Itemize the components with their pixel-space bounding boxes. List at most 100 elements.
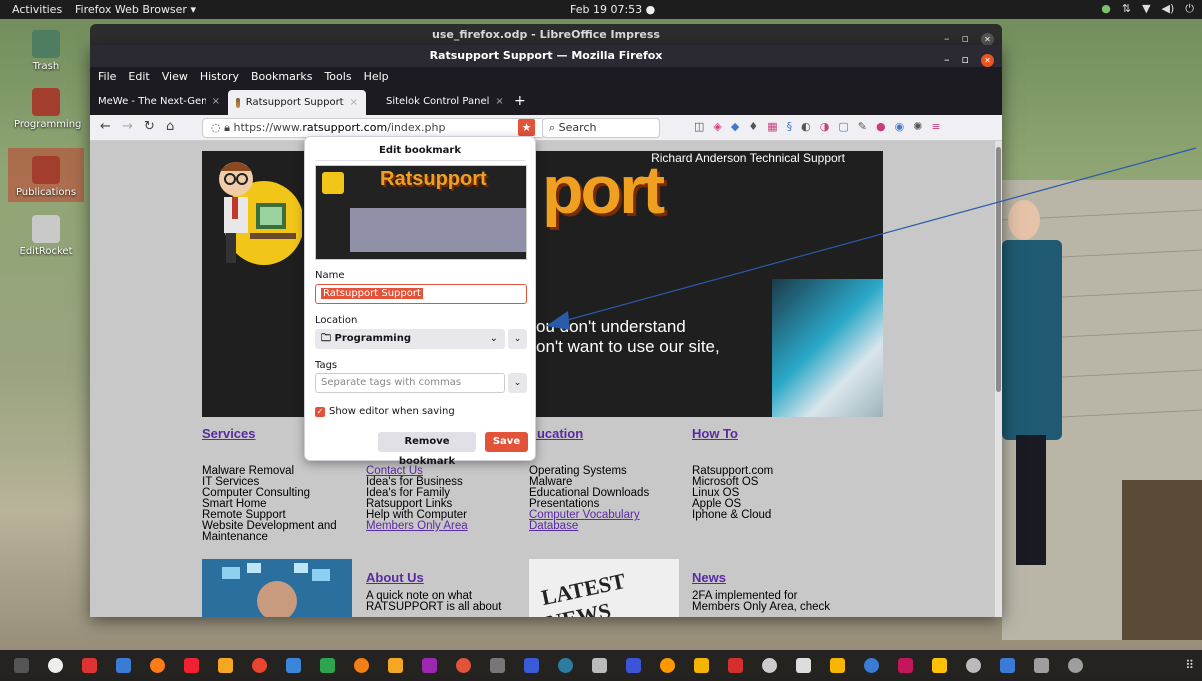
menu-view[interactable]: View (162, 67, 188, 87)
dock-app-icon[interactable] (864, 658, 879, 673)
tags-input[interactable]: Separate tags with commas (315, 373, 505, 393)
dock-app-icon[interactable] (354, 658, 369, 673)
tab-close-icon[interactable]: × (350, 97, 358, 108)
dock-app-icon[interactable] (490, 658, 505, 673)
pocket-icon[interactable]: ◫ (694, 120, 704, 133)
tab-close-icon[interactable]: × (212, 96, 220, 107)
forward-icon[interactable]: → (122, 119, 133, 134)
desktop-icon-publications[interactable]: Publications (8, 148, 84, 202)
url-bar[interactable]: ◌ 🔒︎ https://www.ratsupport.com/index.ph… (202, 118, 545, 138)
dock-app-icon[interactable] (626, 658, 641, 673)
back-icon[interactable]: ← (100, 119, 111, 134)
menu-tools[interactable]: Tools (324, 67, 351, 87)
extension-icon[interactable]: ◈ (713, 120, 721, 133)
dock-app-icon[interactable] (48, 658, 63, 673)
extension-icon[interactable]: ◐ (801, 120, 811, 133)
checkbox-checked-icon[interactable]: ✓ (315, 406, 325, 417)
dock-app-icon[interactable] (966, 658, 981, 673)
shield-icon[interactable]: ◌ (211, 121, 221, 134)
hamburger-menu-icon[interactable]: ≡ (931, 120, 940, 133)
extension-icon[interactable]: § (787, 120, 793, 133)
clock[interactable]: Feb 19 07:53 ● (570, 3, 655, 16)
extension-icon[interactable]: ● (876, 120, 886, 133)
dock-app-icon[interactable] (116, 658, 131, 673)
dock-app-icon[interactable] (524, 658, 539, 673)
show-editor-checkbox[interactable]: ✓ Show editor when saving (315, 406, 455, 417)
vocabulary-link[interactable]: Database (529, 520, 649, 532)
new-tab-button[interactable]: + (506, 87, 534, 115)
home-icon[interactable]: ⌂ (166, 119, 174, 134)
page-scrollbar[interactable] (995, 141, 1002, 617)
extension-icon[interactable]: ♦ (748, 120, 758, 133)
dock-app-icon[interactable] (830, 658, 845, 673)
dock-app-icon[interactable] (898, 658, 913, 673)
tab-mewe[interactable]: MeWe - The Next-Gen Social × (90, 87, 228, 115)
dock-app-icon[interactable] (218, 658, 233, 673)
power-icon[interactable]: ⏻ (1185, 2, 1194, 16)
dock-app-icon[interactable] (762, 658, 777, 673)
dock-app-icon[interactable] (1034, 658, 1049, 673)
dock-app-icon[interactable] (320, 658, 335, 673)
howto-heading[interactable]: How To (692, 427, 773, 440)
extension-icon[interactable]: ✺ (913, 120, 922, 133)
tags-dropdown-toggle[interactable]: ⌄ (508, 373, 527, 393)
extension-icon[interactable]: ◑ (820, 120, 830, 133)
save-button[interactable]: Save (485, 432, 528, 452)
extension-icon[interactable]: ▢ (838, 120, 848, 133)
menu-bookmarks[interactable]: Bookmarks (251, 67, 312, 87)
dock-app-icon[interactable] (796, 658, 811, 673)
dock-app-icon[interactable] (694, 658, 709, 673)
menu-help[interactable]: Help (364, 67, 389, 87)
status-icon[interactable]: ● (1101, 2, 1111, 16)
dock-app-icon[interactable] (456, 658, 471, 673)
remove-bookmark-button[interactable]: Remove bookmark (378, 432, 476, 467)
dock-app-icon[interactable] (82, 658, 97, 673)
menu-edit[interactable]: Edit (128, 67, 149, 87)
desktop-icon-trash[interactable]: Trash (14, 30, 78, 72)
network-icon[interactable]: ⇅ (1122, 2, 1131, 16)
dock-app-icon[interactable] (592, 658, 607, 673)
close-icon[interactable]: ✕ (981, 32, 994, 46)
close-icon[interactable]: ✕ (981, 53, 994, 67)
system-tray[interactable]: ● ⇅ ▼ ◀) ⏻ (1101, 2, 1194, 16)
menu-history[interactable]: History (200, 67, 239, 87)
dock-app-icon[interactable] (1000, 658, 1015, 673)
tab-close-icon[interactable]: × (495, 96, 503, 107)
desktop-icon-programming[interactable]: Programming (14, 88, 81, 130)
location-select[interactable]: 🗀︎ Programming ⌄ (315, 329, 505, 349)
members-link[interactable]: Members Only Area (366, 520, 468, 532)
bookmark-star-icon[interactable]: ★ (518, 119, 535, 136)
firefox-titlebar[interactable]: Ratsupport Support — Mozilla Firefox – ▫… (90, 45, 1002, 67)
dock-app-icon[interactable] (558, 658, 573, 673)
dock-app-icon[interactable] (388, 658, 403, 673)
activities-button[interactable]: Activities (12, 3, 62, 16)
volume-icon[interactable]: ◀) (1162, 2, 1175, 16)
grid-icon[interactable]: ▦ (767, 120, 777, 133)
dock-app-icon[interactable] (932, 658, 947, 673)
app-menu[interactable]: Firefox Web Browser ▾ (75, 3, 196, 16)
dock-app-icon[interactable] (728, 658, 743, 673)
bookmark-name-input[interactable]: Ratsupport Support (315, 284, 527, 304)
dock-app-icon[interactable] (422, 658, 437, 673)
show-apps-icon[interactable]: ⠿ (1185, 658, 1194, 672)
folder-tree-toggle[interactable]: ⌄ (508, 329, 527, 349)
dock-app-icon[interactable] (1068, 658, 1083, 673)
lock-icon[interactable]: 🔒︎ (224, 121, 230, 134)
tab-ratsupport[interactable]: Ratsupport Support × (228, 90, 366, 115)
wifi-icon[interactable]: ▼ (1142, 2, 1150, 16)
site-logo[interactable]: port (542, 151, 665, 229)
dock-app-icon[interactable] (150, 658, 165, 673)
desktop-icon-editrocket[interactable]: EditRocket (14, 215, 78, 257)
tab-sitelok[interactable]: Sitelok Control Panel × (366, 87, 506, 115)
news-heading[interactable]: News (692, 571, 830, 584)
extension-icon[interactable]: ◆ (731, 120, 739, 133)
pen-icon[interactable]: ✎ (858, 120, 867, 133)
dock-app-icon[interactable] (252, 658, 267, 673)
reload-icon[interactable]: ↻ (144, 119, 155, 134)
dock-app-icon[interactable] (660, 658, 675, 673)
education-heading[interactable]: ducation (529, 427, 649, 440)
dock-app-icon[interactable] (184, 658, 199, 673)
impress-window-titlebar[interactable]: use_firefox.odp - LibreOffice Impress – … (90, 24, 1002, 46)
about-heading[interactable]: About Us (366, 571, 502, 584)
scrollbar-thumb[interactable] (996, 147, 1001, 392)
